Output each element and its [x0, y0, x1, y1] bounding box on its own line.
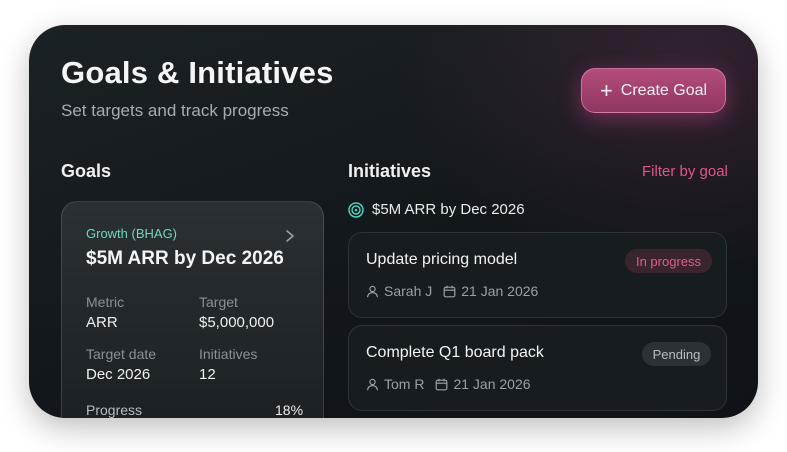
initiative-owner: Tom R [384, 376, 425, 392]
filter-by-goal-link[interactable]: Filter by goal [642, 163, 728, 180]
target-date-value: Dec 2026 [86, 366, 151, 383]
progress-value: 18% [275, 402, 304, 418]
goal-category: Growth (BHAG) [86, 226, 178, 241]
progress-label: Progress [86, 402, 143, 418]
goal-card[interactable]: Growth (BHAG) $5M ARR by Dec 2026 Metric… [61, 201, 324, 418]
goals-panel: Goals & Initiatives Set targets and trac… [29, 25, 758, 418]
initiative-name: Complete Q1 board pack [366, 344, 544, 361]
initiative-date: 21 Jan 2026 [453, 376, 531, 392]
initiative-meta: Tom R 21 Jan 2026 [366, 376, 531, 392]
metric-label: Metric [86, 294, 125, 310]
target-label: Target [199, 294, 238, 310]
initiative-date: 21 Jan 2026 [461, 283, 539, 299]
metric-value: ARR [86, 314, 118, 331]
create-goal-button[interactable]: + Create Goal [581, 68, 726, 113]
page-subtitle: Set targets and track progress [61, 101, 289, 120]
initiative-card[interactable]: Update pricing model In progress Sarah J… [348, 232, 727, 318]
initiatives-count-value: 12 [199, 366, 216, 383]
goal-name: $5M ARR by Dec 2026 [86, 248, 284, 269]
status-badge: Pending [642, 342, 711, 366]
create-goal-label: Create Goal [620, 81, 708, 99]
user-icon [366, 378, 379, 390]
target-icon [348, 201, 364, 218]
initiatives-section-title: Initiatives [348, 161, 432, 181]
chevron-right-icon[interactable] [283, 228, 297, 244]
target-date-label: Target date [86, 346, 157, 362]
target-value: $5,000,000 [199, 314, 275, 331]
calendar-icon [436, 378, 448, 390]
initiative-name: Update pricing model [366, 251, 518, 268]
calendar-icon [443, 285, 456, 297]
initiatives-count-label: Initiatives [199, 346, 258, 362]
initiative-card[interactable]: Complete Q1 board pack Pending Tom R 21 … [348, 325, 727, 411]
initiative-owner: Sarah J [384, 283, 433, 299]
selected-goal: $5M ARR by Dec 2026 [348, 201, 525, 218]
plus-icon: + [599, 77, 613, 103]
status-badge: In progress [625, 249, 712, 273]
initiative-meta: Sarah J 21 Jan 2026 [366, 283, 538, 299]
goals-section-title: Goals [61, 161, 112, 181]
user-icon [366, 285, 379, 297]
page-title: Goals & Initiatives [61, 55, 334, 90]
selected-goal-label: $5M ARR by Dec 2026 [372, 201, 525, 218]
